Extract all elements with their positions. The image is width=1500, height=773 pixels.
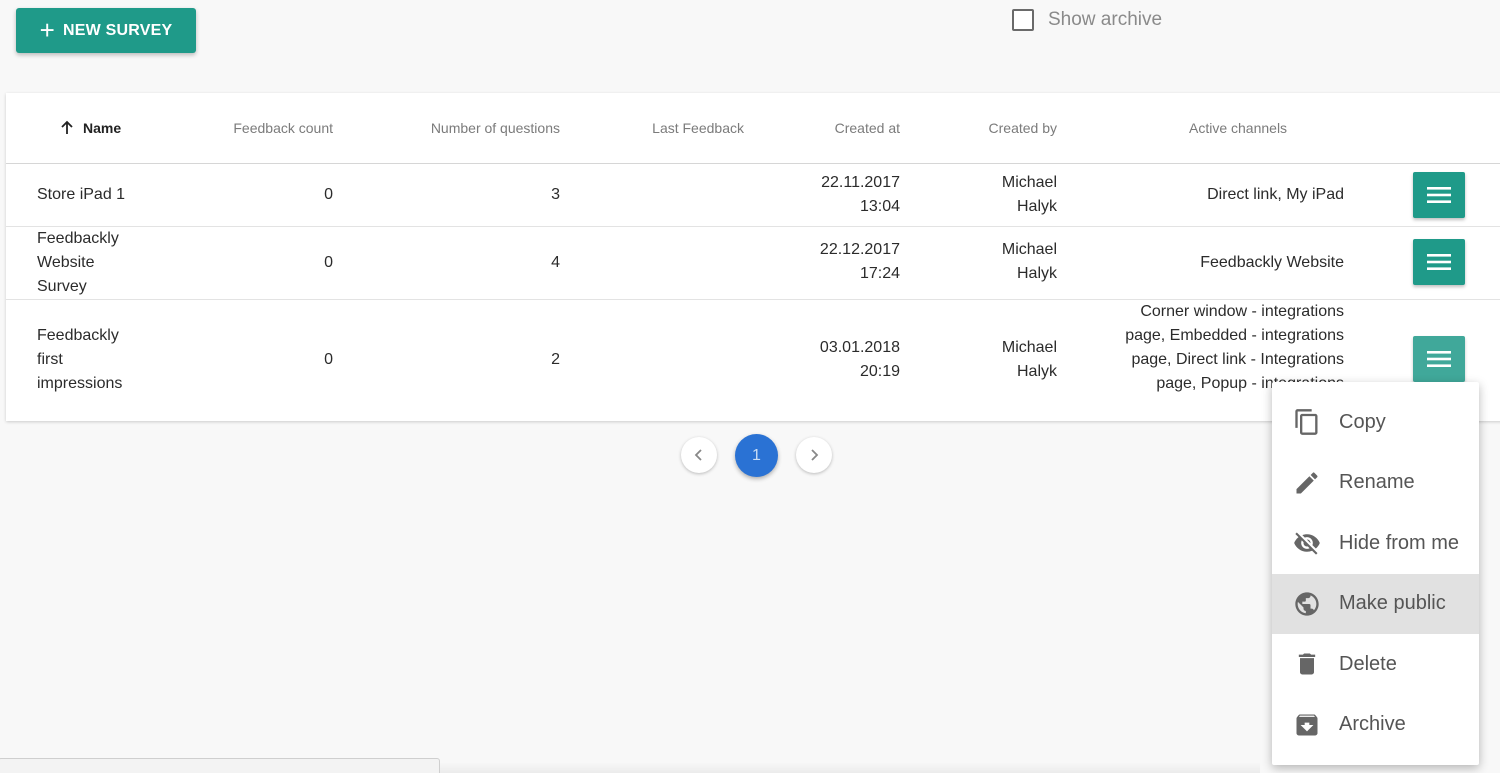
column-header-name[interactable]: Name: [59, 120, 121, 136]
hamburger-icon: [1427, 187, 1451, 203]
copy-icon: [1295, 409, 1318, 436]
table-header: Name Feedback count Number of questions …: [6, 93, 1500, 164]
table-row[interactable]: Store iPad 1 0 3 22.11.2017 13:04 Michae…: [6, 164, 1500, 227]
created-date: 03.01.2018: [819, 339, 900, 356]
plus-icon: +: [39, 14, 56, 45]
show-archive-checkbox[interactable]: [1012, 9, 1034, 31]
menu-item-delete[interactable]: Delete: [1272, 634, 1479, 695]
column-header-questions[interactable]: Number of questions: [431, 120, 560, 136]
row-menu-button[interactable]: [1413, 239, 1465, 285]
next-page-button[interactable]: [796, 437, 832, 473]
survey-name[interactable]: Feedbackly first impressions: [37, 324, 147, 396]
pencil-icon: [1296, 472, 1318, 494]
active-channels: Direct link, My iPad: [1207, 186, 1344, 203]
menu-item-label: Archive: [1339, 713, 1406, 736]
column-header-name-label: Name: [83, 120, 122, 136]
row-context-menu: Copy Rename Hide from me Make public Del…: [1272, 382, 1479, 765]
chevron-right-icon: [811, 449, 819, 461]
table-row[interactable]: Feedbackly Website Survey 0 4 22.12.2017…: [6, 227, 1500, 300]
created-at: 22.12.2017 17:24: [820, 238, 900, 286]
created-by: Michael Halyk: [1002, 238, 1057, 286]
column-header-active-channels[interactable]: Active channels: [1189, 120, 1287, 136]
created-at: 22.11.2017 13:04: [821, 171, 900, 219]
created-at: 03.01.2018 20:19: [820, 336, 900, 384]
created-by-last: Halyk: [1016, 363, 1057, 380]
new-survey-label: NEW SURVEY: [63, 21, 173, 39]
created-by-last: Halyk: [1016, 265, 1057, 282]
hamburger-icon: [1427, 351, 1451, 367]
created-time: 17:24: [859, 265, 900, 282]
menu-item-label: Hide from me: [1339, 531, 1460, 554]
feedback-count: 0: [324, 186, 333, 203]
survey-name[interactable]: Store iPad 1: [37, 183, 125, 207]
column-header-created-by[interactable]: Created by: [989, 120, 1057, 136]
menu-item-label: Make public: [1339, 592, 1446, 615]
surveys-table: Name Feedback count Number of questions …: [6, 93, 1500, 421]
menu-item-label: Copy: [1339, 410, 1386, 433]
menu-item-make-public[interactable]: Make public: [1272, 573, 1479, 634]
column-header-last-feedback[interactable]: Last Feedback: [652, 120, 744, 136]
previous-page-button[interactable]: [681, 437, 717, 473]
chevron-left-icon: [694, 449, 702, 461]
eye-off-icon: [1294, 532, 1320, 555]
created-by-last: Halyk: [1016, 198, 1057, 215]
feedback-count: 0: [324, 254, 333, 271]
archive-icon: [1296, 714, 1318, 736]
created-time: 13:04: [859, 198, 900, 215]
menu-item-hide-from-me[interactable]: Hide from me: [1272, 513, 1479, 574]
feedback-count: 0: [324, 351, 333, 368]
globe-icon: [1295, 592, 1319, 616]
show-archive-toggle[interactable]: Show archive: [1012, 9, 1162, 31]
new-survey-button[interactable]: + NEW SURVEY: [16, 8, 196, 53]
created-date: 22.11.2017: [821, 174, 900, 191]
created-by: Michael Halyk: [1002, 171, 1057, 219]
bottom-panel-edge: [0, 758, 440, 773]
question-count: 3: [551, 186, 560, 203]
created-by-first: Michael: [1001, 174, 1057, 191]
survey-name[interactable]: Feedbackly Website Survey: [37, 227, 147, 299]
current-page-button[interactable]: 1: [735, 434, 778, 477]
trash-icon: [1298, 653, 1316, 675]
active-channels: Feedbackly Website: [1200, 254, 1344, 271]
question-count: 4: [551, 254, 560, 271]
arrow-up-icon: [61, 120, 73, 134]
show-archive-label: Show archive: [1048, 9, 1163, 30]
row-menu-button[interactable]: [1413, 172, 1465, 218]
created-by-first: Michael: [1001, 241, 1057, 258]
created-by-first: Michael: [1001, 339, 1057, 356]
column-header-created-at[interactable]: Created at: [835, 120, 900, 136]
created-date: 22.12.2017: [819, 241, 900, 258]
row-menu-button[interactable]: [1413, 336, 1465, 382]
created-by: Michael Halyk: [1002, 336, 1057, 384]
menu-item-rename[interactable]: Rename: [1272, 453, 1479, 514]
hamburger-icon: [1427, 254, 1451, 270]
menu-item-label: Rename: [1339, 471, 1415, 494]
bottom-shadow: [440, 762, 1260, 773]
menu-item-copy[interactable]: Copy: [1272, 392, 1479, 453]
created-time: 20:19: [859, 363, 900, 380]
question-count: 2: [551, 351, 560, 368]
menu-item-label: Delete: [1339, 652, 1397, 675]
menu-item-archive[interactable]: Archive: [1272, 695, 1479, 756]
column-header-feedback-count[interactable]: Feedback count: [233, 120, 333, 136]
